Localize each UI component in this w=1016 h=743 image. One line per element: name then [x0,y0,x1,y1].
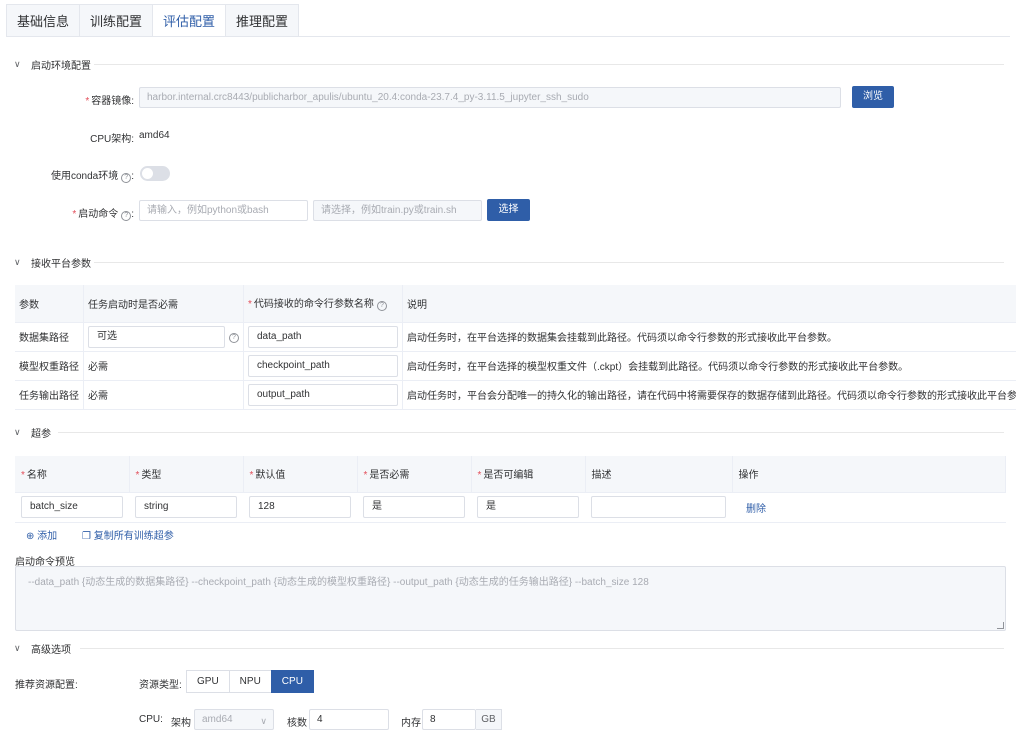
section-env-header[interactable]: ∨ 启动环境配置 [14,56,91,72]
section-env-title: 启动环境配置 [31,60,91,72]
param-name: 模型权重路径 [15,351,84,381]
arch-label: 架构 [171,718,191,729]
browse-button[interactable]: 浏览 [852,86,894,108]
chevron-down-icon: ∨ [14,58,21,69]
delete-link[interactable]: 删除 [746,504,766,515]
switch-knob [142,168,153,179]
table-row: batch_size string 128 是 是 删除 [15,492,1006,523]
resource-type-cpu[interactable]: CPU [270,670,314,693]
hp-name-input[interactable]: batch_size [21,496,123,518]
tab-training-config[interactable]: 训练配置 [79,4,153,37]
arg-name-input[interactable]: data_path [248,325,398,348]
command-input[interactable]: 请输入，例如python或bash [139,200,308,221]
hyperparams-table: * 名称 * 类型 * 默认值 * 是否必需 * 是否可编辑 描述 操作 batch_si… [15,456,1006,523]
col-header-required: * 是否必需 [357,456,472,493]
chevron-down-icon: ∨ [14,642,21,653]
tab-evaluation-config[interactable]: 评估配置 [152,4,226,37]
cores-label: 核数 [287,718,307,729]
command-preview-textarea[interactable]: --data_path {动态生成的数据集路径} --checkpoint_pa… [15,566,1006,631]
col-header-required: 任务启动时是否必需 [83,285,244,323]
cpu-label: CPU: [139,714,163,725]
section-divider [94,64,1004,65]
tab-inference-config[interactable]: 推理配置 [225,4,300,37]
image-label: * 容器镜像: [85,96,134,107]
arg-name-input[interactable]: output_path [248,383,398,406]
arg-name-input[interactable]: checkpoint_path [248,354,398,377]
select-button[interactable]: 选择 [487,199,530,221]
conda-label: 使用conda环境?: [50,171,134,183]
col-header-arg-name: * 代码接收的命令行参数名称? [243,285,403,323]
param-desc: 启动任务时，在平台选择的数据集会挂载到此路径。代码须以命令行参数的形式接收此平台… [402,322,1016,352]
help-icon[interactable]: ? [376,301,387,312]
param-name: 数据集路径 [15,322,84,352]
col-header-default: * 默认值 [243,456,358,493]
required-select[interactable]: 可选 [88,325,225,348]
resize-handle-icon[interactable] [997,622,1004,629]
chevron-down-icon: ∨ [260,716,267,726]
col-header-editable: * 是否可编辑 [471,456,586,493]
copy-icon: ❐ [82,531,91,542]
memory-label: 内存 [401,718,421,729]
memory-unit: GB [476,709,502,730]
section-divider [58,432,1004,433]
section-params-header[interactable]: ∨ 接收平台参数 [14,254,91,270]
param-desc: 启动任务时，平台会分配唯一的持久化的输出路径，请在代码中将需要保存的数据存储到此… [402,380,1016,410]
cores-input[interactable]: 4 [309,709,389,730]
section-hyper-title: 超参 [31,428,51,440]
hp-type-select[interactable]: string [135,496,237,518]
section-params-title: 接收平台参数 [31,258,91,270]
param-desc: 启动任务时，在平台选择的模型权重文件（.ckpt）会挂载到此路径。代码须以命令行… [402,351,1016,381]
copy-train-hyperparams-button[interactable]: ❐ 复制所有训练超参 [82,527,174,542]
resource-type-label: 资源类型: [139,680,182,691]
cpu-arch-label: CPU架构: [90,134,134,145]
config-tabs: 基础信息 训练配置 评估配置 推理配置 [6,4,300,37]
help-icon[interactable]: ? [229,333,239,344]
help-icon[interactable]: ? [121,173,132,183]
command-preview-text: --data_path {动态生成的数据集路径} --checkpoint_pa… [28,577,649,588]
arch-select[interactable]: amd64 ∨ [194,709,274,730]
param-required: 必需 [83,351,244,381]
image-input[interactable]: harbor.internal.crc8443/publicharbor_apu… [139,87,841,108]
platform-params-table: 参数 任务启动时是否必需 * 代码接收的命令行参数名称? 说明 数据集路径 可选?… [15,285,1016,410]
resource-type-group: GPU NPU CPU [186,670,314,693]
tab-basic-info[interactable]: 基础信息 [6,4,80,37]
hp-editable-select[interactable]: 是 [477,496,579,518]
memory-input[interactable]: 8 [422,709,476,730]
cpu-arch-value: amd64 [139,130,170,141]
param-required: 必需 [83,380,244,410]
param-name: 任务输出路径 [15,380,84,410]
table-row: 任务输出路径 必需 output_path 启动任务时，平台会分配唯一的持久化的… [15,380,1016,410]
resource-type-npu[interactable]: NPU [228,670,271,693]
cmd-label: * 启动命令?: [72,209,134,221]
add-hyperparam-button[interactable]: ⊕ 添加 [26,527,57,542]
col-header-desc: 说明 [402,285,1016,323]
col-header-type: * 类型 [129,456,244,493]
col-header-param: 参数 [15,285,84,323]
hp-desc-input[interactable] [591,496,726,518]
plus-circle-icon: ⊕ [26,531,35,542]
col-header-desc: 描述 [585,456,733,493]
section-hyper-header[interactable]: ∨ 超参 [14,424,51,440]
section-advanced-title: 高级选项 [31,644,71,656]
resource-config-label: 推荐资源配置: [15,680,78,691]
hp-required-select[interactable]: 是 [363,496,465,518]
table-row: 数据集路径 可选? data_path 启动任务时，在平台选择的数据集会挂载到此… [15,322,1016,352]
col-header-name: * 名称 [15,456,130,493]
section-advanced-header[interactable]: ∨ 高级选项 [14,640,71,656]
table-row: 模型权重路径 必需 checkpoint_path 启动任务时，在平台选择的模型… [15,351,1016,381]
resource-type-gpu[interactable]: GPU [186,670,229,693]
col-header-action: 操作 [732,456,1006,493]
arch-value: amd64 [202,714,233,725]
hp-default-input[interactable]: 128 [249,496,351,518]
help-icon[interactable]: ? [121,211,132,221]
script-input[interactable]: 请选择，例如train.py或train.sh [313,200,482,221]
chevron-down-icon: ∨ [14,256,21,267]
section-divider [94,262,1004,263]
chevron-down-icon: ∨ [14,426,21,437]
conda-switch[interactable] [140,166,170,181]
section-divider [80,648,1004,649]
tabs-divider [6,36,1010,37]
